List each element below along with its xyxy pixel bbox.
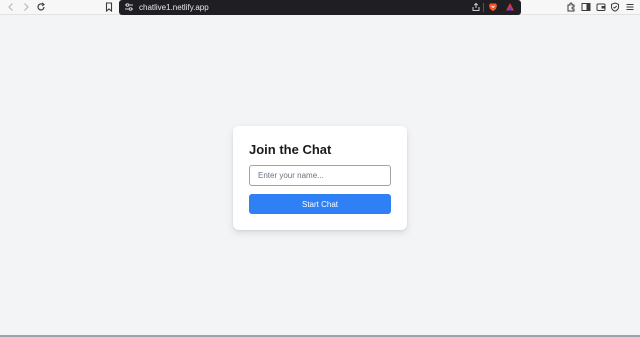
card-title: Join the Chat (249, 142, 332, 157)
sidebar-icon[interactable] (580, 1, 592, 13)
join-chat-card: Join the Chat Start Chat (233, 126, 407, 230)
bookmark-icon[interactable] (103, 1, 115, 13)
brave-lion-icon[interactable] (487, 1, 499, 13)
brave-rewards-icon[interactable] (504, 1, 516, 13)
browser-toolbar: chatlive1.netlify.app (0, 0, 640, 15)
back-arrow-icon[interactable] (5, 1, 17, 13)
share-icon[interactable] (470, 1, 482, 13)
site-settings-icon[interactable] (123, 1, 135, 13)
url-text[interactable]: chatlive1.netlify.app (139, 0, 209, 15)
menu-icon[interactable] (624, 1, 636, 13)
reload-icon[interactable] (35, 1, 47, 13)
extensions-icon[interactable] (565, 1, 577, 13)
forward-arrow-icon[interactable] (20, 1, 32, 13)
wallet-icon[interactable] (595, 1, 607, 13)
start-chat-button[interactable]: Start Chat (249, 194, 391, 214)
address-bar[interactable]: chatlive1.netlify.app (119, 0, 521, 15)
vpn-shield-icon[interactable] (609, 1, 621, 13)
name-input[interactable] (249, 165, 391, 186)
